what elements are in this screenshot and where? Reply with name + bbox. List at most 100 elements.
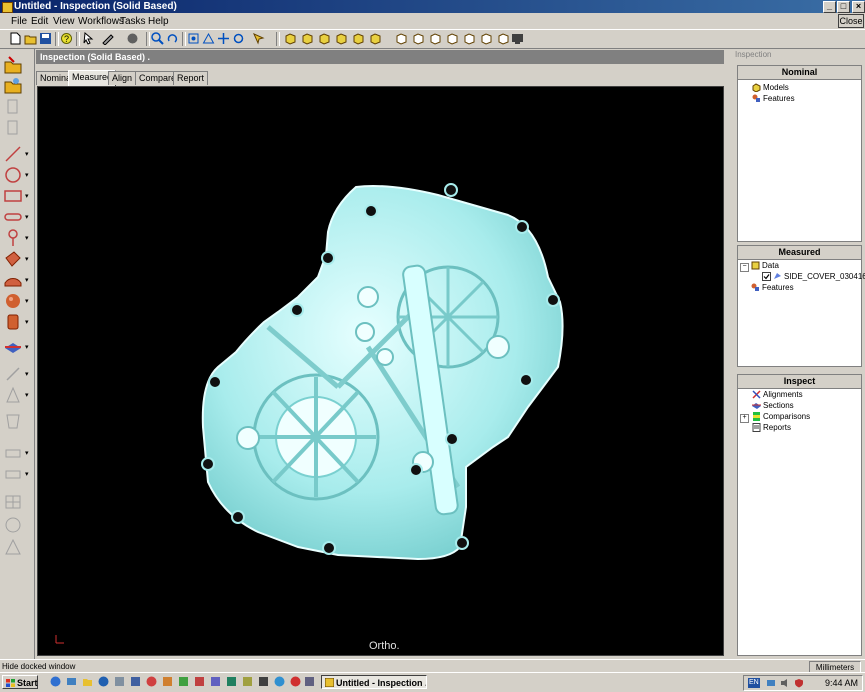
tree-item-reports[interactable]: Reports <box>752 423 791 433</box>
sphere-tool-icon[interactable] <box>4 292 22 310</box>
checkbox-checked-icon[interactable] <box>762 272 771 282</box>
view-mode-label: Ortho. <box>369 640 400 652</box>
tree-item-models[interactable]: Models <box>752 83 789 93</box>
open-measured-icon[interactable] <box>4 76 22 94</box>
comparisons-icon <box>753 412 760 422</box>
expand-data-toggle[interactable]: − <box>740 263 749 272</box>
app-quicklaunch-8-icon[interactable] <box>226 676 237 687</box>
view-iso-icon[interactable] <box>284 32 297 45</box>
slot-tool-icon[interactable] <box>4 208 22 226</box>
tab-report[interactable]: Report <box>173 71 209 85</box>
security-shield-icon[interactable] <box>794 678 804 688</box>
open-folder-icon[interactable] <box>24 32 37 45</box>
zoom-icon[interactable] <box>151 32 164 45</box>
save-icon[interactable] <box>39 32 52 45</box>
3d-viewport[interactable]: Ortho. <box>37 86 724 656</box>
app-quicklaunch-10-icon[interactable] <box>258 676 269 687</box>
tree-item-data[interactable]: Data <box>751 261 779 271</box>
pan-icon[interactable] <box>217 32 230 45</box>
fit-all-icon[interactable] <box>187 32 200 45</box>
data-icon <box>751 261 760 270</box>
models-icon <box>752 83 761 93</box>
highlight-icon[interactable] <box>252 32 265 45</box>
tab-align[interactable]: Align <box>108 71 137 85</box>
new-file-icon[interactable] <box>9 32 22 45</box>
menu-file[interactable]: File <box>11 14 27 29</box>
refresh-icon[interactable] <box>232 32 245 45</box>
view-bottom-icon[interactable] <box>395 32 408 45</box>
tree-item-comparisons[interactable]: Comparisons <box>752 412 810 422</box>
help-icon[interactable]: ? <box>60 32 73 45</box>
menu-tasks[interactable]: Tasks <box>120 14 146 29</box>
desktop-icon[interactable] <box>66 676 77 687</box>
alignments-icon <box>752 390 761 399</box>
outlook-icon[interactable] <box>98 676 109 687</box>
app-quicklaunch-3-icon[interactable] <box>146 676 157 687</box>
tree-item-alignments[interactable]: Alignments <box>752 390 803 400</box>
start-button[interactable]: Start <box>2 675 38 689</box>
circle-tool-icon[interactable] <box>4 166 22 184</box>
sketch-icon[interactable] <box>101 32 114 45</box>
plane-tool-icon[interactable] <box>4 250 22 268</box>
minimize-button[interactable]: _ <box>823 1 836 13</box>
view-back-icon[interactable] <box>318 32 331 45</box>
measured-heading: Measured <box>738 246 861 260</box>
app-quicklaunch-11-icon[interactable] <box>274 676 285 687</box>
close-window-button[interactable]: × <box>852 1 865 13</box>
view-iso3-icon[interactable] <box>429 32 442 45</box>
view-top-icon[interactable] <box>369 32 382 45</box>
expand-comparisons-toggle[interactable]: + <box>740 414 749 423</box>
open-nominal-icon[interactable] <box>4 56 22 74</box>
app-quicklaunch-9-icon[interactable] <box>242 676 253 687</box>
menu-workflows[interactable]: Workflows <box>78 14 124 29</box>
taskbar-item-inspection[interactable]: Untitled - Inspection ... <box>321 675 427 689</box>
app-quicklaunch-1-icon[interactable] <box>114 676 125 687</box>
view-right-icon[interactable] <box>352 32 365 45</box>
tree-item-side-cover[interactable]: SIDE_COVER_030416 <box>762 272 865 282</box>
app-quicklaunch-6-icon[interactable] <box>194 676 205 687</box>
menu-edit[interactable]: Edit <box>31 14 48 29</box>
shade-icon[interactable] <box>126 32 139 45</box>
view-iso2-icon[interactable] <box>412 32 425 45</box>
view-front-icon[interactable] <box>301 32 314 45</box>
network-icon[interactable] <box>766 678 776 688</box>
clock: 9:44 AM <box>824 678 858 688</box>
explorer-icon[interactable] <box>82 676 93 687</box>
ie-icon[interactable] <box>50 676 61 687</box>
menu-bar: File Edit View Workflows Tasks Help <box>0 14 865 29</box>
display-icon[interactable] <box>511 32 524 45</box>
tree-item-measured-features[interactable]: Features <box>751 283 794 293</box>
app-quicklaunch-4-icon[interactable] <box>162 676 173 687</box>
view-iso4-icon[interactable] <box>446 32 459 45</box>
view-triangle-icon[interactable] <box>202 32 215 45</box>
globe-disabled-icon <box>5 517 21 533</box>
view-iso7-icon[interactable] <box>497 32 510 45</box>
surface-tool-icon[interactable] <box>4 271 22 289</box>
app-quicklaunch-12-icon[interactable] <box>290 676 301 687</box>
volume-icon[interactable] <box>780 678 790 688</box>
inspect-panel: Inspect Alignments Sections + Comparison… <box>737 374 862 656</box>
point-tool-icon[interactable] <box>4 229 22 247</box>
view-left-icon[interactable] <box>335 32 348 45</box>
app-quicklaunch-2-icon[interactable] <box>130 676 141 687</box>
left-toolbar: ▾ ▾ ▾ ▾ ▾ ▾ ▾ ▾ ▾ ▾ ▾ ▾ ▾ ▾ <box>0 48 35 660</box>
language-indicator[interactable]: EN <box>748 678 760 688</box>
menu-view[interactable]: View <box>53 14 75 29</box>
tree-item-nominal-features[interactable]: Features <box>752 94 795 104</box>
menu-help[interactable]: Help <box>148 14 169 29</box>
rotate-icon[interactable] <box>166 32 179 45</box>
close-document-button[interactable]: Close <box>838 14 864 28</box>
line-tool-icon[interactable] <box>4 145 22 163</box>
select-pointer-icon[interactable] <box>82 32 95 45</box>
view-iso6-icon[interactable] <box>480 32 493 45</box>
rectangle-tool-icon[interactable] <box>4 187 22 205</box>
section-plane-icon[interactable] <box>4 338 22 356</box>
app-quicklaunch-13-icon[interactable] <box>304 676 315 687</box>
app-quicklaunch-7-icon[interactable] <box>210 676 221 687</box>
view-iso5-icon[interactable] <box>463 32 476 45</box>
cylinder-tool-icon[interactable] <box>4 313 22 331</box>
side-cover-model[interactable] <box>38 87 723 655</box>
app-quicklaunch-5-icon[interactable] <box>178 676 189 687</box>
maximize-button[interactable]: □ <box>837 1 850 13</box>
tree-item-sections[interactable]: Sections <box>752 401 794 411</box>
